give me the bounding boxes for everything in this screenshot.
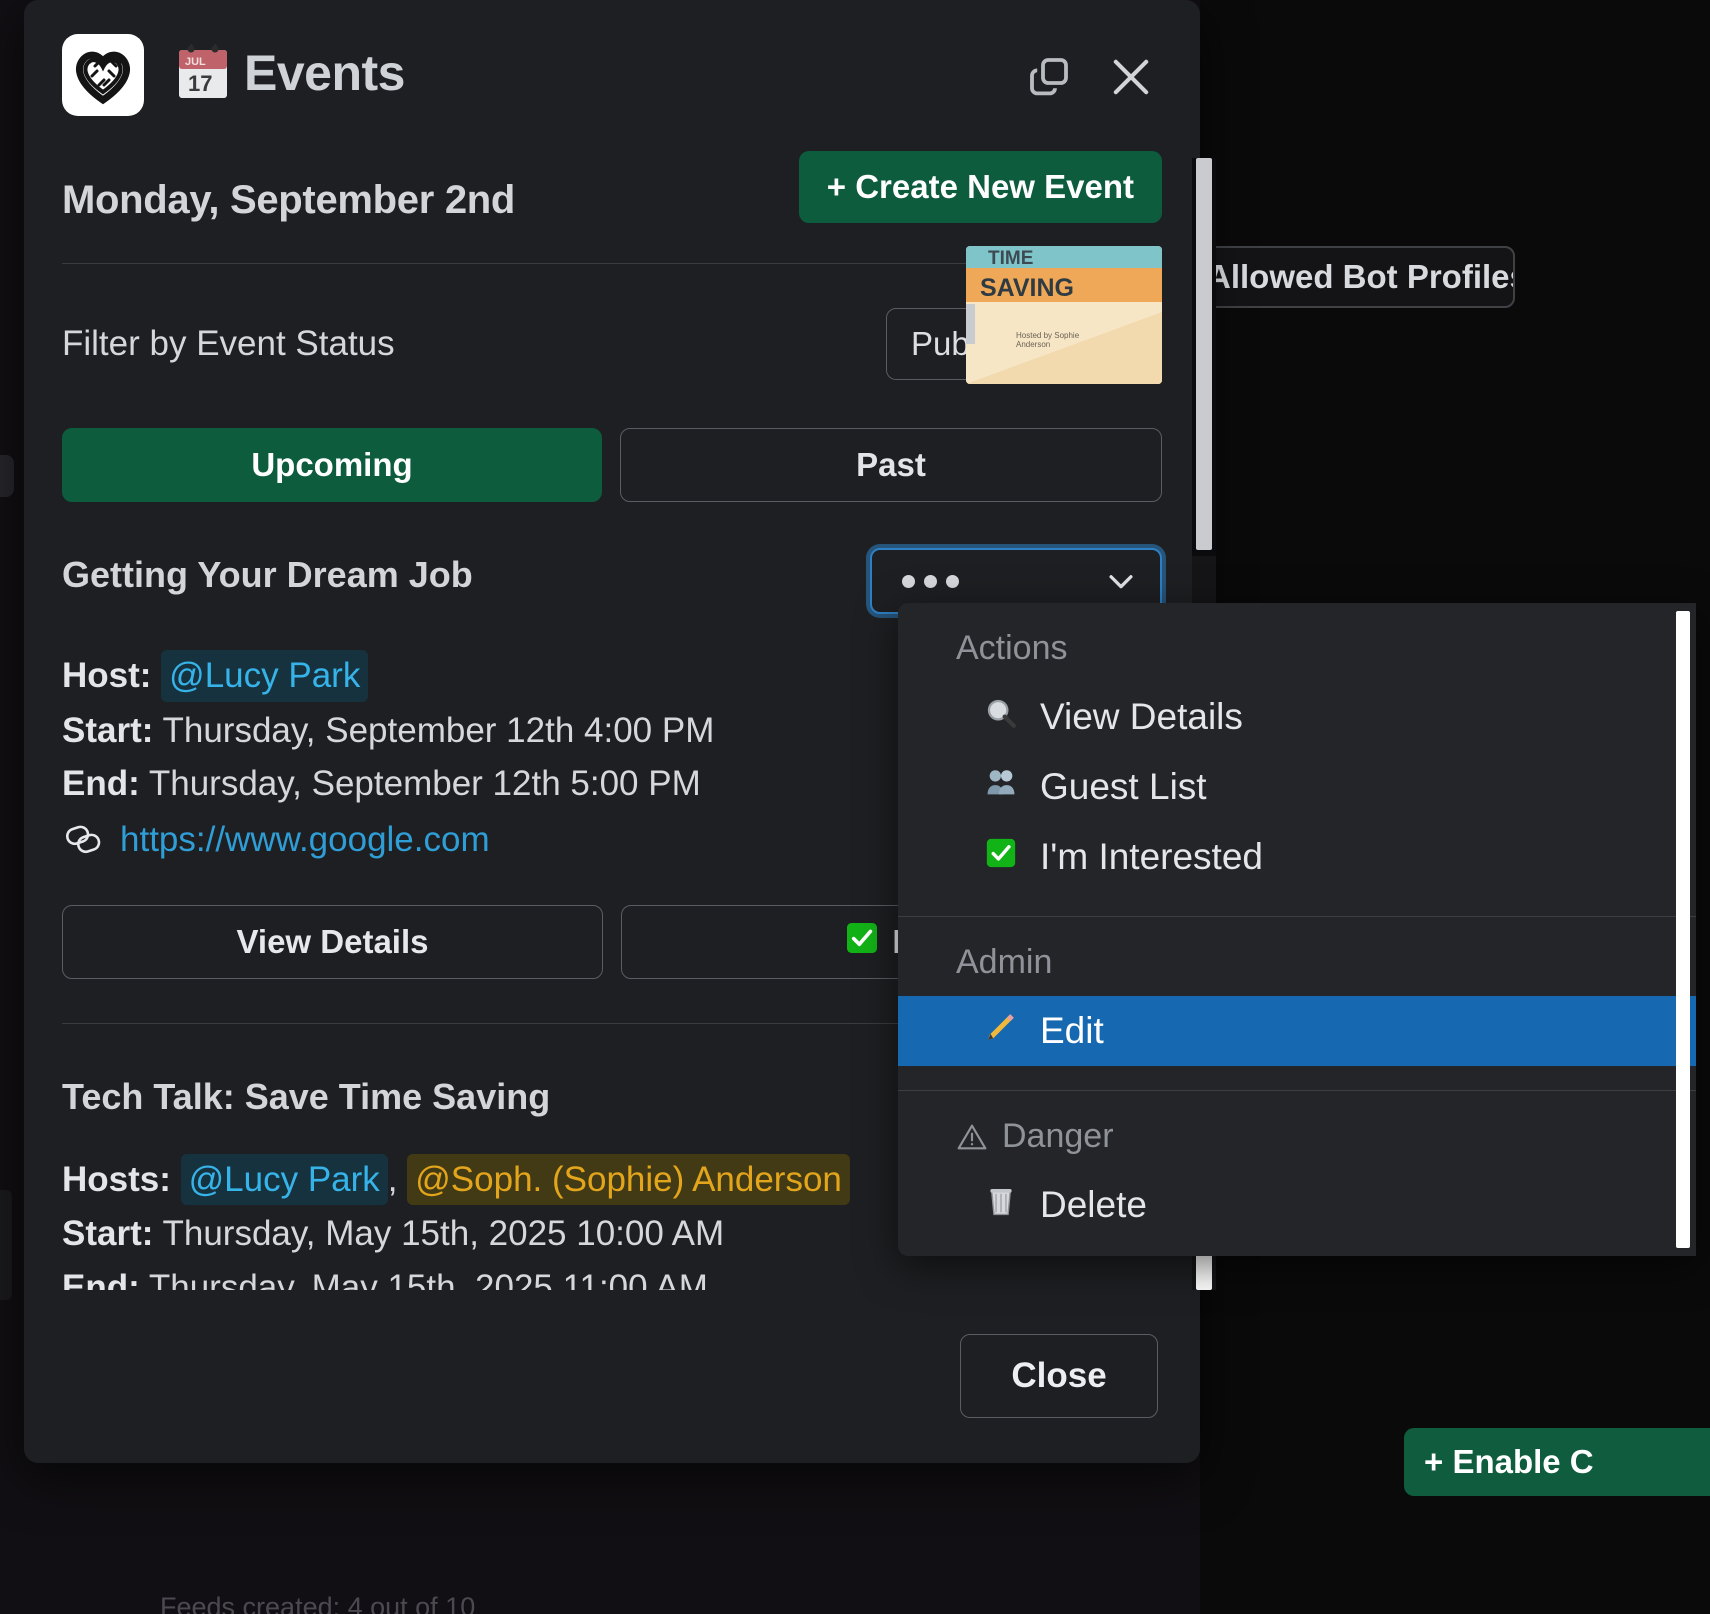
date-heading: Monday, September 2nd <box>62 178 516 222</box>
mention-lucy-park[interactable]: @Lucy Park <box>161 650 369 702</box>
warning-triangle-icon <box>957 1124 987 1149</box>
event-0-host-label: Host: <box>62 656 152 695</box>
menu-item-im-interested-label: I'm Interested <box>1040 836 1263 877</box>
event-0-view-details-button[interactable]: View Details <box>62 904 603 979</box>
menu-item-im-interested[interactable]: I'm Interested <box>898 822 1696 892</box>
svg-text:JUL: JUL <box>185 56 206 68</box>
page-title: Events <box>244 45 405 101</box>
create-new-event-button[interactable]: + Create New Event <box>798 150 1162 223</box>
menu-item-edit-label: Edit <box>1040 1010 1104 1051</box>
menu-item-view-details[interactable]: View Details <box>898 682 1696 752</box>
svg-text:SAVING: SAVING <box>980 274 1074 302</box>
menu-item-guest-list[interactable]: Guest List <box>898 752 1696 822</box>
menu-section-actions-label: Actions <box>956 629 1068 667</box>
svg-text:Hosted by Sophie: Hosted by Sophie <box>1016 331 1080 340</box>
modal-title-group: JUL 17 Events <box>176 44 405 102</box>
copy-icon[interactable] <box>1016 44 1082 110</box>
menu-item-delete[interactable]: Delete <box>898 1170 1696 1240</box>
menu-item-edit[interactable]: Edit <box>898 996 1696 1066</box>
background-left-sliver-2 <box>0 1190 12 1300</box>
menu-section-admin-label: Admin <box>956 943 1053 981</box>
rope-heart-logo-icon <box>62 34 144 116</box>
busts-in-silhouette-icon <box>982 766 1020 809</box>
tab-past[interactable]: Past <box>620 428 1162 502</box>
magnifying-glass-icon <box>982 696 1020 739</box>
svg-text:Anderson: Anderson <box>1016 340 1050 349</box>
mention-lucy-park[interactable]: @Lucy Park <box>180 1153 388 1206</box>
event-0-title: Getting Your Dream Job <box>62 554 473 595</box>
tab-upcoming[interactable]: Upcoming <box>62 428 602 502</box>
background-left-sliver <box>0 455 14 497</box>
close-icon[interactable] <box>1098 44 1164 110</box>
enable-button[interactable]: + Enable C <box>1404 1428 1710 1496</box>
calendar-icon: JUL 17 <box>179 44 227 98</box>
link-icon <box>65 825 101 853</box>
allowed-bot-profiles-chip[interactable]: Allowed Bot Profiles <box>1185 246 1515 308</box>
event-time-tabs: Upcoming Past <box>62 428 1162 502</box>
event-1-end-label: End: <box>62 1268 140 1290</box>
pencil-icon <box>982 1010 1020 1053</box>
ellipsis-icon <box>902 574 959 588</box>
filter-label: Filter by Event Status <box>62 324 395 363</box>
menu-item-guest-list-label: Guest List <box>1040 766 1207 807</box>
event-1-hosts-label: Hosts: <box>62 1159 171 1199</box>
svg-text:17: 17 <box>188 71 212 96</box>
white-check-mark-icon <box>844 920 880 964</box>
mention-sophie-anderson[interactable]: @Soph. (Sophie) Anderson <box>407 1153 850 1206</box>
event-0-end-value: Thursday, September 12th 5:00 PM <box>148 764 701 804</box>
menu-item-view-details-label: View Details <box>1040 696 1243 737</box>
event-1-start-value: Thursday, May 15th, 2025 10:00 AM <box>162 1214 725 1254</box>
event-0-start-label: Start: <box>62 710 154 750</box>
event-0-link[interactable]: https://www.google.com <box>120 815 490 865</box>
modal-footer: Close <box>24 1288 1200 1463</box>
modal-header: JUL 17 Events <box>24 0 1200 160</box>
menu-section-danger-label: Danger <box>1002 1117 1114 1155</box>
event-0-start-value: Thursday, September 12th 4:00 PM <box>162 710 715 750</box>
wastebasket-icon <box>982 1184 1020 1227</box>
event-0-end-label: End: <box>62 764 140 804</box>
chevron-down-icon <box>1109 575 1133 589</box>
event-1-thumbnail[interactable]: TIME SAVING Hosted by Sophie Anderson <box>966 246 1162 384</box>
modal-scrollbar-thumb[interactable] <box>1196 158 1212 550</box>
event-actions-dropdown-menu: Actions View Details Guest List I'm Inte… <box>898 603 1696 1256</box>
feeds-created-status: Feeds created: 4 out of 10 <box>160 1592 476 1614</box>
event-1-end-value: Thursday, May 15th, 2025 11:00 AM <box>148 1268 708 1290</box>
date-row: Monday, September 2nd + Create New Event <box>62 150 1162 223</box>
screen: Allowed Bot Profiles + Enable C Feeds cr… <box>0 0 1710 1614</box>
menu-section-danger: Danger <box>898 1091 1696 1170</box>
hosts-separator: , <box>387 1159 398 1199</box>
close-button[interactable]: Close <box>960 1333 1158 1418</box>
svg-text:TIME: TIME <box>988 248 1033 269</box>
event-1-end-line: End: Thursday, May 15th, 2025 11:00 AM <box>62 1263 1162 1290</box>
menu-item-delete-label: Delete <box>1040 1184 1147 1225</box>
event-1-start-label: Start: <box>62 1214 154 1254</box>
menu-scrollbar-thumb[interactable] <box>1676 611 1690 1248</box>
white-check-mark-icon <box>982 836 1020 879</box>
